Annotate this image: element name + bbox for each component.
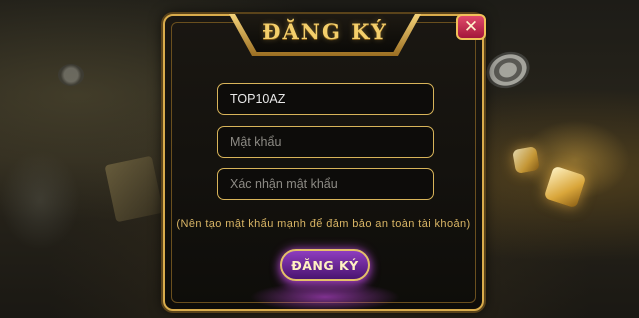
confirm-password-input[interactable]	[230, 169, 433, 199]
username-input[interactable]	[230, 84, 433, 114]
register-button[interactable]: ĐĂNG KÝ	[280, 249, 370, 281]
username-field[interactable]	[217, 83, 434, 115]
password-field[interactable]	[217, 126, 434, 158]
password-hint: (Nên tạo mật khẩu mạnh để đảm bảo an toà…	[176, 218, 471, 230]
background-chip	[58, 64, 84, 86]
background-decoration	[0, 150, 80, 250]
close-icon: ✕	[463, 16, 479, 37]
register-button-label: ĐĂNG KÝ	[291, 257, 359, 273]
background-chip	[481, 45, 535, 95]
password-input[interactable]	[230, 127, 433, 157]
dialog-title: ĐĂNG KÝ	[262, 18, 388, 44]
confirm-password-field[interactable]	[217, 168, 434, 200]
game-screen: ĐĂNG KÝ ✕ (Nên tạo mật khẩu mạnh để đảm …	[0, 0, 639, 318]
button-glow	[250, 282, 400, 312]
title-plate: ĐĂNG KÝ	[235, 14, 415, 52]
background-card	[104, 155, 164, 223]
background-dice	[512, 146, 540, 174]
close-button[interactable]: ✕	[456, 14, 486, 40]
